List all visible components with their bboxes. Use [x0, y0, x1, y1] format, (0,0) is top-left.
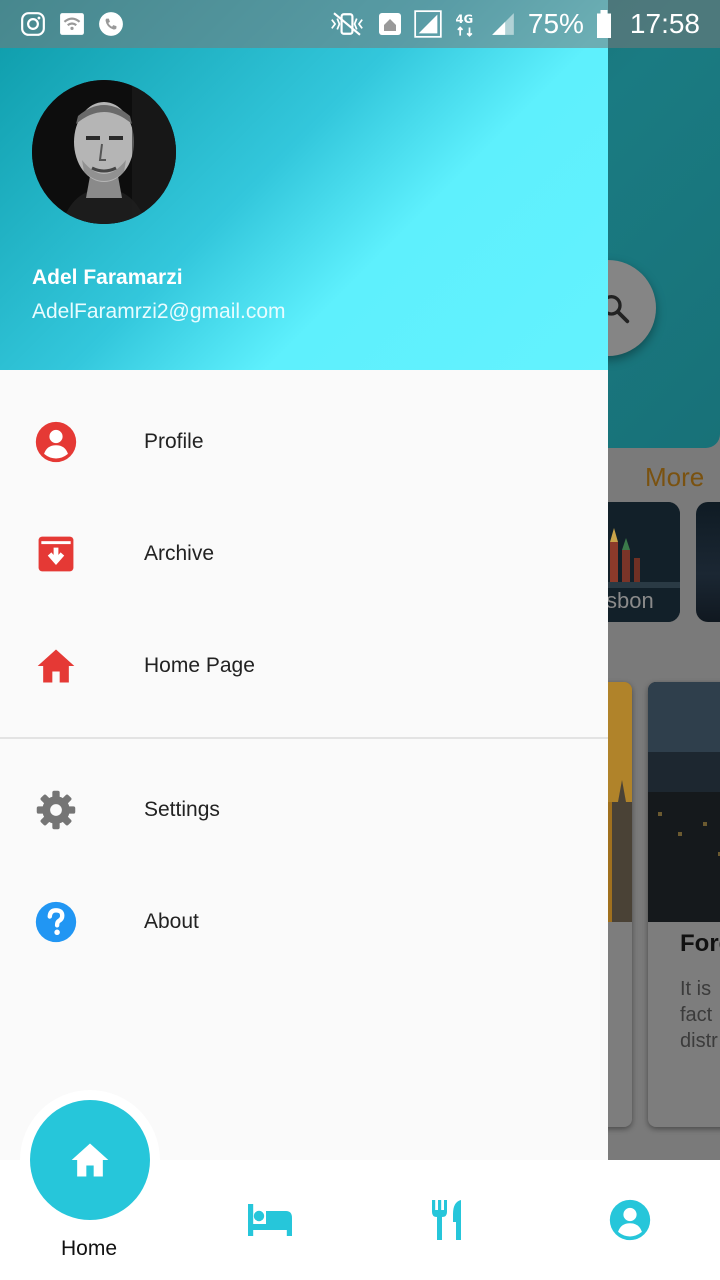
home-icon — [71, 1143, 109, 1177]
navigation-drawer: Adel Faramarzi AdelFaramrzi2@gmail.com P… — [0, 0, 608, 1160]
nav-home-label: Home — [60, 1237, 118, 1260]
menu-item-archive[interactable]: Archive — [0, 498, 608, 610]
background-card-title: Fore — [680, 930, 720, 957]
nav-home-button[interactable] — [30, 1100, 150, 1220]
signal-icon — [414, 10, 442, 38]
background-city-card[interactable] — [696, 502, 720, 622]
drawer-header: Adel Faramarzi AdelFaramrzi2@gmail.com — [0, 0, 608, 370]
battery-icon — [596, 10, 611, 38]
background-card-text: It is fact distr — [680, 978, 718, 1052]
whatsapp-icon — [99, 12, 123, 36]
background-feature-card[interactable] — [648, 682, 720, 1127]
menu-item-home-page[interactable]: Home Page — [0, 610, 608, 722]
menu-item-about[interactable]: About — [0, 866, 608, 978]
battery-percent: 75% — [527, 8, 584, 39]
menu-item-label: Profile — [144, 430, 204, 453]
bed-icon[interactable] — [246, 1198, 294, 1242]
user-email: AdelFaramrzi2@gmail.com — [32, 300, 286, 323]
signal-bars-icon — [492, 13, 514, 35]
menu-item-profile[interactable]: Profile — [0, 386, 608, 498]
home-icon — [37, 649, 75, 683]
home-network-icon — [378, 13, 401, 35]
svg-text:4G: 4G — [455, 12, 473, 26]
menu-item-label: Archive — [144, 542, 215, 565]
city-night-photo — [648, 682, 720, 922]
help-icon — [35, 901, 77, 943]
gear-icon — [36, 790, 76, 830]
avatar[interactable] — [32, 80, 176, 224]
instagram-icon — [21, 12, 45, 36]
archive-icon — [38, 536, 74, 572]
background-more-link[interactable]: More — [645, 462, 704, 493]
menu-item-label: About — [144, 910, 199, 933]
network-4g-icon: 4G — [455, 12, 473, 37]
menu-item-label: Settings — [144, 798, 220, 821]
vibrate-mute-icon — [331, 12, 363, 36]
menu-divider — [0, 737, 608, 739]
account-circle-icon — [35, 421, 77, 463]
restaurant-icon[interactable] — [430, 1198, 470, 1242]
avatar-photo — [32, 80, 176, 224]
wifi-box-icon — [60, 13, 84, 35]
menu-item-label: Home Page — [144, 654, 255, 677]
account-circle-icon[interactable] — [608, 1198, 652, 1242]
user-name: Adel Faramarzi — [32, 266, 183, 289]
clock: 17:58 — [629, 8, 700, 39]
menu-item-settings[interactable]: Settings — [0, 754, 608, 866]
status-bar: 4G 75% 17:58 — [0, 0, 720, 48]
